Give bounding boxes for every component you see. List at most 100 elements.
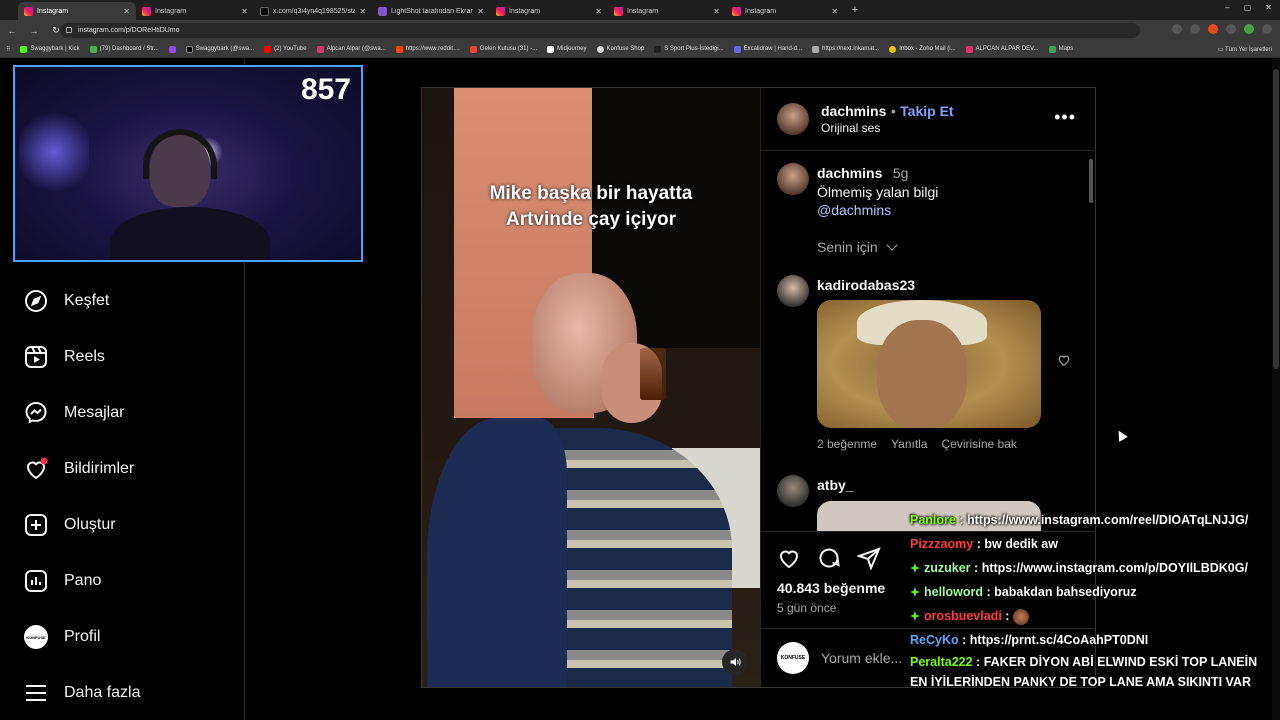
- close-icon[interactable]: ✕: [595, 7, 602, 16]
- browser-tab[interactable]: Instagram ✕: [726, 2, 844, 20]
- bookmark[interactable]: Maps: [1048, 45, 1073, 53]
- bookmark[interactable]: Gelen Kutusu (31) -...: [469, 45, 537, 53]
- share-icon[interactable]: [857, 546, 881, 570]
- bookmark[interactable]: ALPCAN ALPAR DEV...: [965, 45, 1039, 53]
- avatar[interactable]: [777, 163, 809, 195]
- instagram-icon: [965, 45, 973, 53]
- comment-gif[interactable]: [817, 300, 1041, 428]
- x-icon: [185, 45, 193, 53]
- sidebar-item-explore[interactable]: Keşfet: [24, 287, 109, 315]
- instagram-icon: [142, 6, 151, 16]
- browser-tab[interactable]: Instagram ✕: [608, 2, 726, 20]
- bookmark[interactable]: (79) Dashboard / Str...: [89, 45, 159, 53]
- bookmarks-bar: ⠿ Swaggybark | Kick (79) Dashboard / Str…: [0, 41, 1280, 58]
- sidebar-item-label: Mesajlar: [64, 404, 125, 421]
- bookmark[interactable]: https://www.reddit....: [395, 45, 460, 53]
- reel-video[interactable]: Mike başka bir hayatta Artvinde çay içiy…: [422, 88, 760, 687]
- extension-icon[interactable]: [1172, 24, 1182, 34]
- avatar[interactable]: [777, 475, 809, 507]
- profile-icon[interactable]: [1244, 24, 1254, 34]
- comment-username[interactable]: kadirodabas23: [817, 277, 915, 293]
- author-username[interactable]: dachmins: [821, 103, 886, 119]
- browser-tab[interactable]: Instagram ✕: [18, 2, 136, 20]
- post-caption: dachmins 5g Ölmemiş yalan bilgi @dachmin…: [817, 164, 938, 219]
- instagram-icon: [496, 6, 505, 16]
- forward-icon[interactable]: →: [28, 26, 40, 36]
- all-bookmarks[interactable]: ▭ Tüm Yer İşaretleri: [1218, 46, 1272, 53]
- maximize-button[interactable]: ▢: [1244, 3, 1252, 12]
- sidebar-item-notifications[interactable]: Bildirimler: [24, 455, 134, 483]
- back-icon[interactable]: ←: [6, 26, 18, 36]
- audio-label[interactable]: Orijinal ses: [821, 121, 954, 135]
- browser-tab[interactable]: x.com/q3i4yn4q198525/status/✕: [254, 2, 372, 20]
- volume-button[interactable]: [722, 649, 748, 675]
- bookmark[interactable]: https://next.inkamat...: [812, 45, 879, 53]
- comments-scrollbar[interactable]: [1089, 159, 1093, 203]
- bookmark[interactable]: S Sport Plus-İstediği...: [654, 45, 724, 53]
- extensions-puzzle-icon[interactable]: [1226, 24, 1236, 34]
- page-scrollbar[interactable]: [1272, 59, 1280, 720]
- chat-message: zuzuker : https://www.instagram.com/p/DO…: [910, 556, 1272, 580]
- extension-icon[interactable]: [1208, 24, 1218, 34]
- comment-icon[interactable]: [817, 546, 841, 570]
- chat-message: Pizzzaomy : bw dedik aw: [910, 537, 1058, 551]
- apps-icon[interactable]: ⠿: [6, 46, 10, 53]
- close-window-button[interactable]: ✕: [1265, 3, 1272, 12]
- minimize-button[interactable]: –: [1225, 3, 1229, 12]
- browser-tab[interactable]: LightShot tarafından Ekran Görü✕: [372, 2, 490, 20]
- follow-button[interactable]: Takip Et: [900, 103, 953, 119]
- sort-dropdown[interactable]: Senin için: [817, 239, 898, 255]
- avatar[interactable]: [777, 275, 809, 307]
- chat-text: https://www.instagram.com/p/DOYIlLBDK0G/: [981, 561, 1248, 575]
- more-options-button[interactable]: •••: [1054, 108, 1076, 126]
- bookmark[interactable]: Excalidraw | Hand-d...: [733, 45, 802, 53]
- chat-text: https://prnt.sc/4CoAahPT0DNI: [969, 633, 1149, 647]
- chat-username: Pizzzaomy: [910, 537, 974, 551]
- bookmark[interactable]: Alpcan Alpar (@swa...: [316, 45, 386, 53]
- sidebar-item-dashboard[interactable]: Pano: [24, 567, 101, 595]
- chat-text: babakdan bahsediyoruz: [994, 585, 1137, 599]
- new-tab-button[interactable]: +: [848, 3, 862, 17]
- close-icon[interactable]: ✕: [241, 7, 248, 16]
- speaker-icon: [730, 658, 741, 666]
- chat-message: Panlore : https://www.instagram.com/reel…: [910, 513, 1249, 527]
- comment-likes[interactable]: 2 beğenme: [817, 437, 877, 451]
- browser-tab[interactable]: Instagram ✕: [136, 2, 254, 20]
- reply-button[interactable]: Yanıtla: [891, 437, 927, 451]
- menu-icon[interactable]: [1262, 24, 1272, 34]
- like-count[interactable]: 40.843 beğenme: [777, 580, 885, 596]
- url-field[interactable]: instagram.com/p/DOReHtiDUmo: [60, 23, 1140, 38]
- sidebar-item-more[interactable]: Daha fazla: [24, 679, 141, 707]
- bookmark[interactable]: Swaggybark (@swa...: [185, 45, 254, 53]
- bookmark[interactable]: Swaggybark | Kick: [20, 45, 80, 53]
- bookmark[interactable]: (2) YouTube: [264, 45, 307, 53]
- comment-username[interactable]: atby_: [817, 477, 854, 493]
- sidebar-item-messages[interactable]: Mesajlar: [24, 399, 124, 427]
- extension-icon[interactable]: [1190, 24, 1200, 34]
- sidebar-item-reels[interactable]: Reels: [24, 343, 105, 371]
- heart-icon[interactable]: [1057, 353, 1071, 367]
- sidebar-item-create[interactable]: Oluştur: [24, 511, 116, 539]
- browser-tab[interactable]: Instagram ✕: [490, 2, 608, 20]
- sidebar-item-profile[interactable]: KONFUSE Profil: [24, 623, 100, 651]
- chat-username: helloword: [924, 585, 984, 599]
- avatar[interactable]: [777, 103, 809, 135]
- bookmark[interactable]: Midjourney: [547, 45, 587, 53]
- author-username[interactable]: dachmins: [817, 165, 882, 181]
- mention-link[interactable]: @dachmins: [817, 201, 938, 219]
- post-header: dachmins • Takip Et Orijinal ses •••: [761, 88, 1096, 151]
- scrollbar-thumb[interactable]: [1273, 69, 1279, 369]
- close-icon[interactable]: ✕: [713, 7, 720, 16]
- like-heart-icon[interactable]: [777, 546, 801, 570]
- close-icon[interactable]: ✕: [477, 7, 484, 16]
- close-icon[interactable]: ✕: [123, 7, 130, 16]
- plus-square-icon: [25, 514, 47, 536]
- translate-button[interactable]: Çevirisine bak: [942, 437, 1017, 451]
- close-icon[interactable]: ✕: [359, 7, 366, 16]
- bookmark[interactable]: Inbox - Zoho Mail (i...: [889, 45, 956, 53]
- site-info-icon[interactable]: [66, 27, 72, 33]
- bookmark[interactable]: [168, 45, 176, 53]
- excalidraw-icon: [733, 45, 741, 53]
- bookmark[interactable]: Konfuse Shop: [596, 45, 644, 53]
- close-icon[interactable]: ✕: [831, 7, 838, 16]
